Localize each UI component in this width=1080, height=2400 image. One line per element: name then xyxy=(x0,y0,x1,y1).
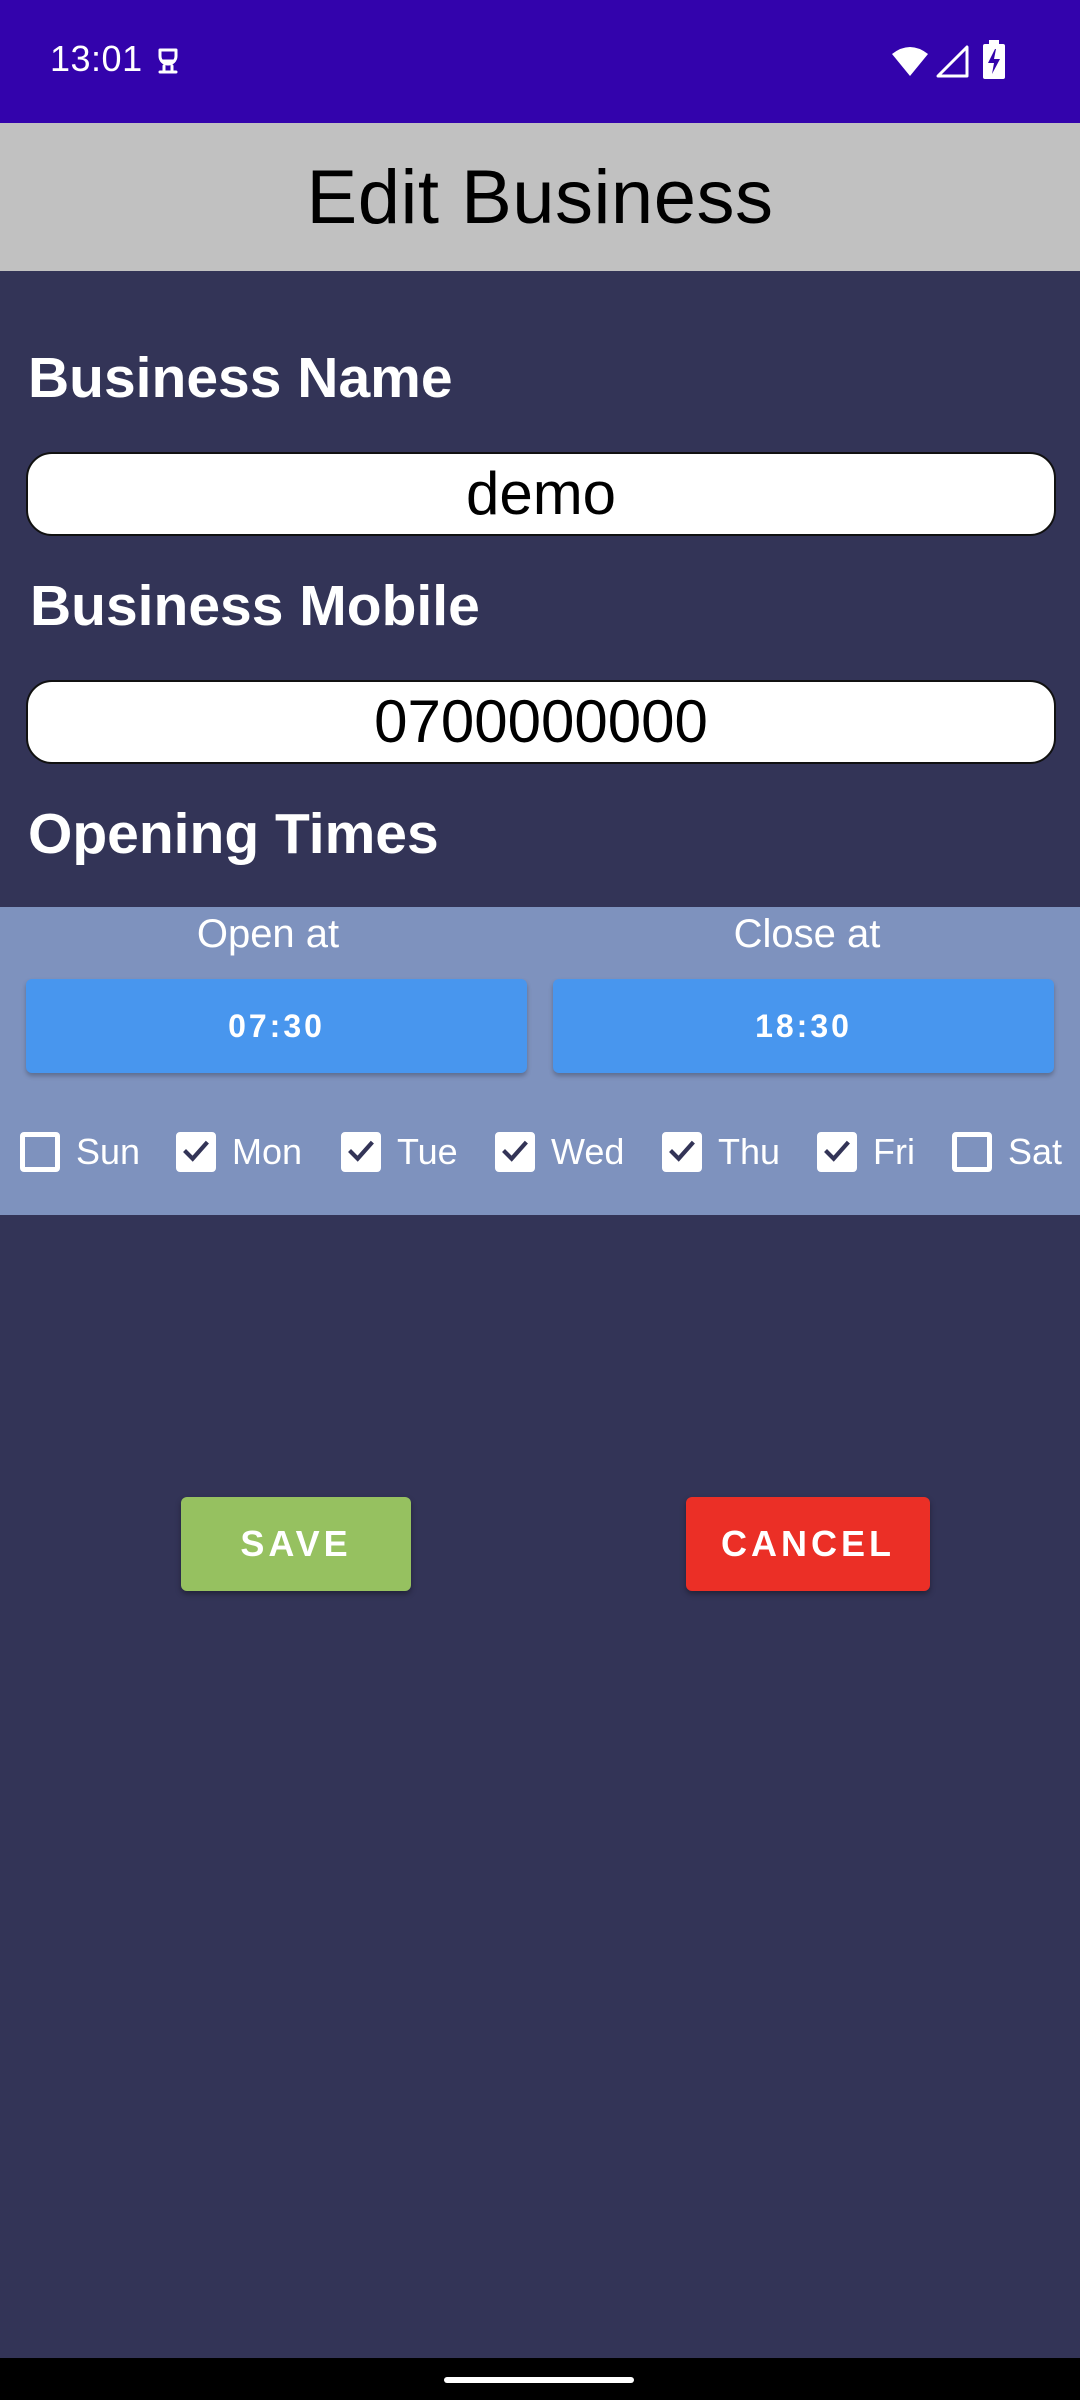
day-label: Sat xyxy=(1008,1131,1063,1172)
close-at-label: Close at xyxy=(733,912,881,956)
checkmark-icon xyxy=(669,1140,695,1162)
day-checkbox-wed[interactable]: Wed xyxy=(495,1125,624,1179)
signal-icon xyxy=(936,45,969,78)
day-checkbox-thu[interactable]: Thu xyxy=(662,1125,780,1179)
checkbox-box[interactable] xyxy=(952,1132,992,1172)
opening-times-label: Opening Times xyxy=(28,802,439,866)
page-title: Edit Business xyxy=(306,154,774,240)
day-label: Tue xyxy=(397,1131,458,1172)
open-at-label: Open at xyxy=(196,912,340,956)
app-notification-icon xyxy=(158,48,178,74)
app-header: Edit Business xyxy=(0,123,1080,271)
business-name-label: Business Name xyxy=(28,346,453,410)
checkbox-box[interactable] xyxy=(662,1132,702,1172)
home-gesture-handle[interactable] xyxy=(444,2377,634,2383)
checkbox-box[interactable] xyxy=(20,1132,60,1172)
day-label: Wed xyxy=(551,1131,625,1172)
checkmark-icon xyxy=(502,1140,528,1162)
cancel-button[interactable]: CANCEL xyxy=(686,1497,930,1591)
status-bar: 13:01 xyxy=(0,0,1080,123)
checkmark-icon xyxy=(824,1140,850,1162)
battery-charging-icon xyxy=(983,40,1005,79)
status-time: 13:01 xyxy=(50,38,143,79)
business-name-input[interactable] xyxy=(26,452,1056,536)
day-checkbox-fri[interactable]: Fri xyxy=(817,1125,915,1179)
day-label: Thu xyxy=(718,1131,781,1172)
day-label: Fri xyxy=(873,1131,915,1172)
edit-business-screen: 13:01 Edit Business Business Name Busine… xyxy=(0,0,1080,2400)
day-label: Sun xyxy=(76,1131,141,1172)
day-checkbox-tue[interactable]: Tue xyxy=(341,1125,458,1179)
save-button[interactable]: SAVE xyxy=(181,1497,411,1591)
checkbox-box[interactable] xyxy=(341,1132,381,1172)
close-time-button[interactable]: 18:30 xyxy=(553,979,1054,1073)
day-checkbox-mon[interactable]: Mon xyxy=(176,1125,302,1179)
wifi-icon xyxy=(892,47,928,76)
business-mobile-input[interactable] xyxy=(26,680,1056,764)
checkmark-icon xyxy=(348,1140,374,1162)
day-checkbox-sat[interactable]: Sat xyxy=(952,1125,1062,1179)
checkbox-box[interactable] xyxy=(176,1132,216,1172)
day-label: Mon xyxy=(232,1131,303,1172)
checkmark-icon xyxy=(183,1140,209,1162)
open-time-button[interactable]: 07:30 xyxy=(26,979,527,1073)
checkbox-box[interactable] xyxy=(495,1132,535,1172)
day-checkbox-sun[interactable]: Sun xyxy=(20,1125,140,1179)
business-mobile-label: Business Mobile xyxy=(30,574,480,638)
navigation-bar xyxy=(0,2358,1080,2400)
checkbox-box[interactable] xyxy=(817,1132,857,1172)
